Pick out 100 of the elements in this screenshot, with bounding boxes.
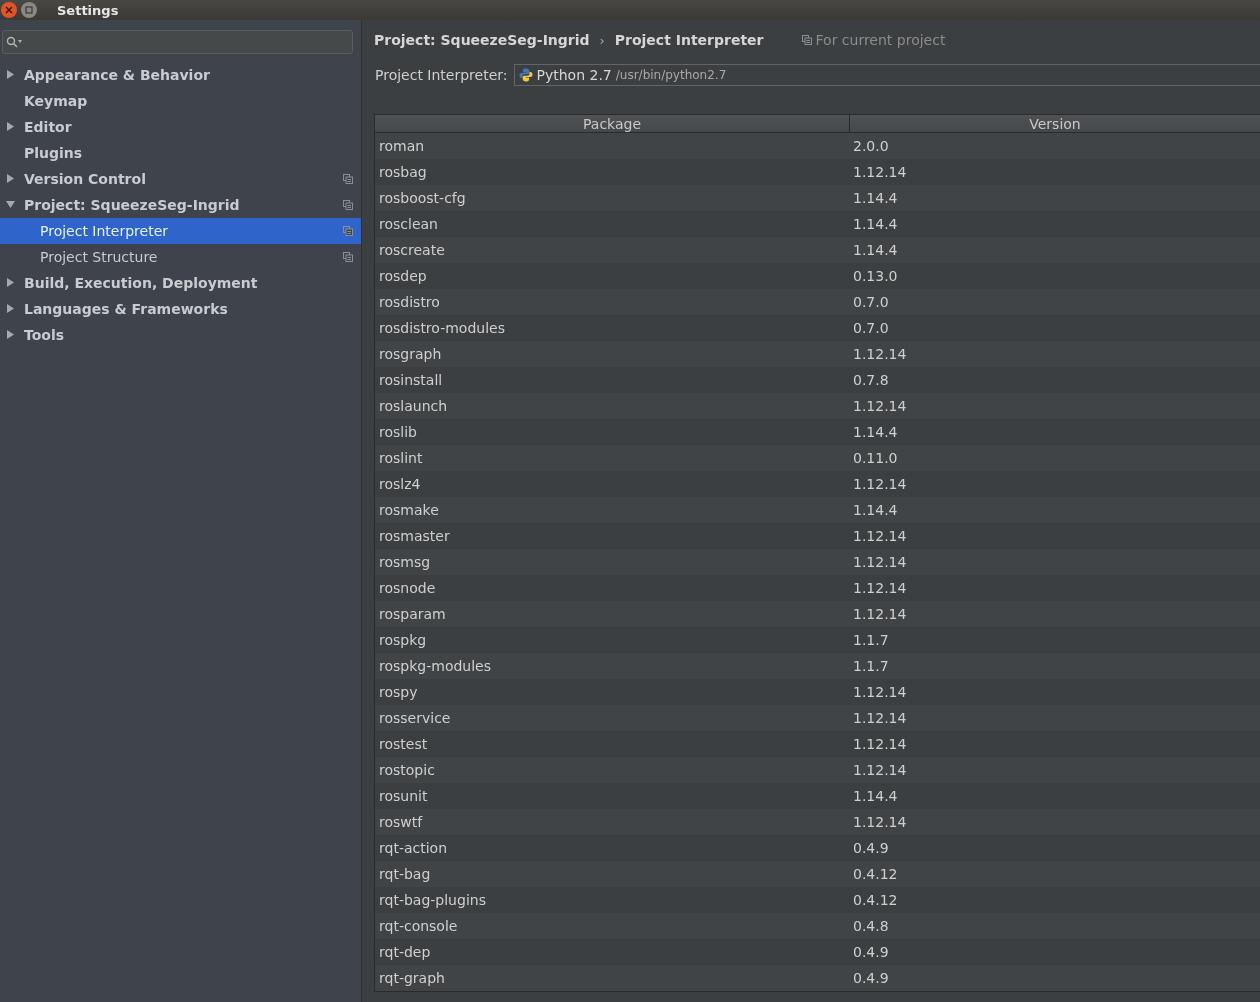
interpreter-path: /usr/bin/python2.7	[615, 68, 727, 82]
table-cell-text: 1.12.14	[852, 814, 908, 830]
tree-item[interactable]: Editor	[0, 114, 361, 140]
table-cell-text: 1.12.14	[852, 528, 908, 544]
table-cell-text: 1.12.14	[852, 554, 908, 570]
table-cell-text: 1.12.14	[852, 398, 908, 414]
copy-icon	[343, 252, 353, 262]
column-header[interactable]: Package	[375, 115, 849, 133]
square-icon	[25, 6, 33, 14]
caret-right-icon[interactable]	[6, 278, 15, 287]
maximize-button[interactable]	[21, 2, 37, 18]
table-cell-text: 1.14.4	[852, 424, 899, 440]
table-cell-text: rosparam	[378, 606, 447, 622]
tree-item[interactable]: Build, Execution, Deployment	[0, 270, 361, 296]
interpreter-name: Python 2.7	[536, 67, 612, 83]
caret-down-icon[interactable]	[6, 200, 15, 209]
table-cell-text: rqt-console	[378, 918, 459, 934]
table-cell-text: 1.12.14	[852, 736, 908, 752]
breadcrumb-separator: ›	[599, 32, 605, 48]
table-cell-text: 0.4.12	[852, 866, 899, 882]
table-cell-text: rosbag	[378, 164, 428, 180]
copy-icon	[343, 200, 353, 210]
table-cell-text: 0.4.8	[852, 918, 890, 934]
table-cell-text: rosservice	[378, 710, 452, 726]
table-cell-text: 1.1.7	[852, 632, 890, 648]
tree-item[interactable]: Project: SqueezeSeg-Ingrid	[0, 192, 361, 218]
close-icon	[5, 6, 13, 14]
table-cell-text: 0.11.0	[852, 450, 899, 466]
table-cell-text: 0.4.9	[852, 840, 890, 856]
table-cell-text: 1.12.14	[852, 164, 908, 180]
caret-right-icon[interactable]	[6, 122, 15, 131]
field-label: Project Interpreter:	[375, 67, 508, 83]
table-cell-text: roslz4	[378, 476, 422, 492]
table-cell-text: 1.14.4	[852, 242, 899, 258]
breadcrumb-item: Project Interpreter	[614, 32, 764, 48]
interpreter-dropdown[interactable]: Python 2.7 /usr/bin/python2.7	[513, 64, 1260, 86]
table-cell-text: roslib	[378, 424, 418, 440]
caret-right-icon[interactable]	[6, 174, 15, 183]
table-cell-text: 1.14.4	[852, 216, 899, 232]
table-cell-text: rosmake	[378, 502, 440, 518]
table-cell-text: 1.12.14	[852, 580, 908, 596]
breadcrumb-item: Project: SqueezeSeg-Ingrid	[374, 32, 590, 48]
table-cell-text: rosinstall	[378, 372, 444, 388]
table-cell-text: rosmaster	[378, 528, 451, 544]
table-cell-text: 0.4.9	[852, 970, 890, 986]
search-field[interactable]	[2, 30, 353, 54]
table-cell-text: rosboost-cfg	[378, 190, 467, 206]
table-cell-text: 0.13.0	[852, 268, 899, 284]
tree-item[interactable]: Plugins	[0, 140, 361, 166]
close-button[interactable]	[1, 2, 17, 18]
table-cell-text: 0.7.0	[852, 320, 890, 336]
table-cell-text: rosunit	[378, 788, 429, 804]
tree-item[interactable]: Version Control	[0, 166, 361, 192]
table-cell-text: rosdistro	[378, 294, 441, 310]
table-cell-text: rospy	[378, 684, 419, 700]
table-cell-text: roscreate	[378, 242, 446, 258]
tree-item[interactable]: Tools	[0, 322, 361, 348]
scope-note: For current project	[815, 32, 946, 48]
table-cell-text: rosdistro-modules	[378, 320, 506, 336]
table-cell-text: 1.12.14	[852, 684, 908, 700]
search-icon	[6, 36, 24, 48]
tree-item[interactable]: Appearance & Behavior	[0, 62, 361, 88]
caret-right-icon[interactable]	[6, 70, 15, 79]
table-cell-text: roslint	[378, 450, 424, 466]
table-cell-text: 2.0.0	[852, 138, 890, 154]
table-cell-text: 1.14.4	[852, 788, 899, 804]
table-cell-text: rqt-bag	[378, 866, 432, 882]
copy-icon	[343, 174, 353, 184]
copy-icon	[343, 226, 353, 236]
table-cell-text: rqt-graph	[378, 970, 446, 986]
table-cell-text: 0.4.12	[852, 892, 899, 908]
table-cell-text: 1.12.14	[852, 710, 908, 726]
table-cell-text: rosdep	[378, 268, 428, 284]
table-cell-text: rqt-action	[378, 840, 449, 856]
table-cell-text: rqt-bag-plugins	[378, 892, 487, 908]
table-cell-text: 0.7.8	[852, 372, 890, 388]
table-cell-text: 1.14.4	[852, 502, 899, 518]
table-cell-text: rostopic	[378, 762, 436, 778]
table-cell-text: 1.12.14	[852, 762, 908, 778]
table-cell-text: rosclean	[378, 216, 439, 232]
table-cell-text: 1.1.7	[852, 658, 890, 674]
tree-item[interactable]: Languages & Frameworks	[0, 296, 361, 322]
tree-item[interactable]: Keymap	[0, 88, 361, 114]
tree-item[interactable]: Project Interpreter	[0, 218, 361, 244]
table-cell-text: 1.12.14	[852, 476, 908, 492]
caret-right-icon[interactable]	[6, 330, 15, 339]
table-cell-text: rosgraph	[378, 346, 443, 362]
table-cell-text: 1.12.14	[852, 346, 908, 362]
table-cell-text: roslaunch	[378, 398, 449, 414]
table-cell-text: 0.4.9	[852, 944, 890, 960]
table-cell-text: 1.14.4	[852, 190, 899, 206]
table-cell-text: rqt-dep	[378, 944, 432, 960]
table-cell-text: rosmsg	[378, 554, 432, 570]
table-cell-text: rospkg	[378, 632, 428, 648]
python-logo-icon	[518, 68, 533, 82]
tree-item[interactable]: Project Structure	[0, 244, 361, 270]
copy-icon	[801, 35, 812, 45]
table-cell-text: rostest	[378, 736, 429, 752]
table-cell-text: rosnode	[378, 580, 437, 596]
caret-right-icon[interactable]	[6, 304, 15, 313]
